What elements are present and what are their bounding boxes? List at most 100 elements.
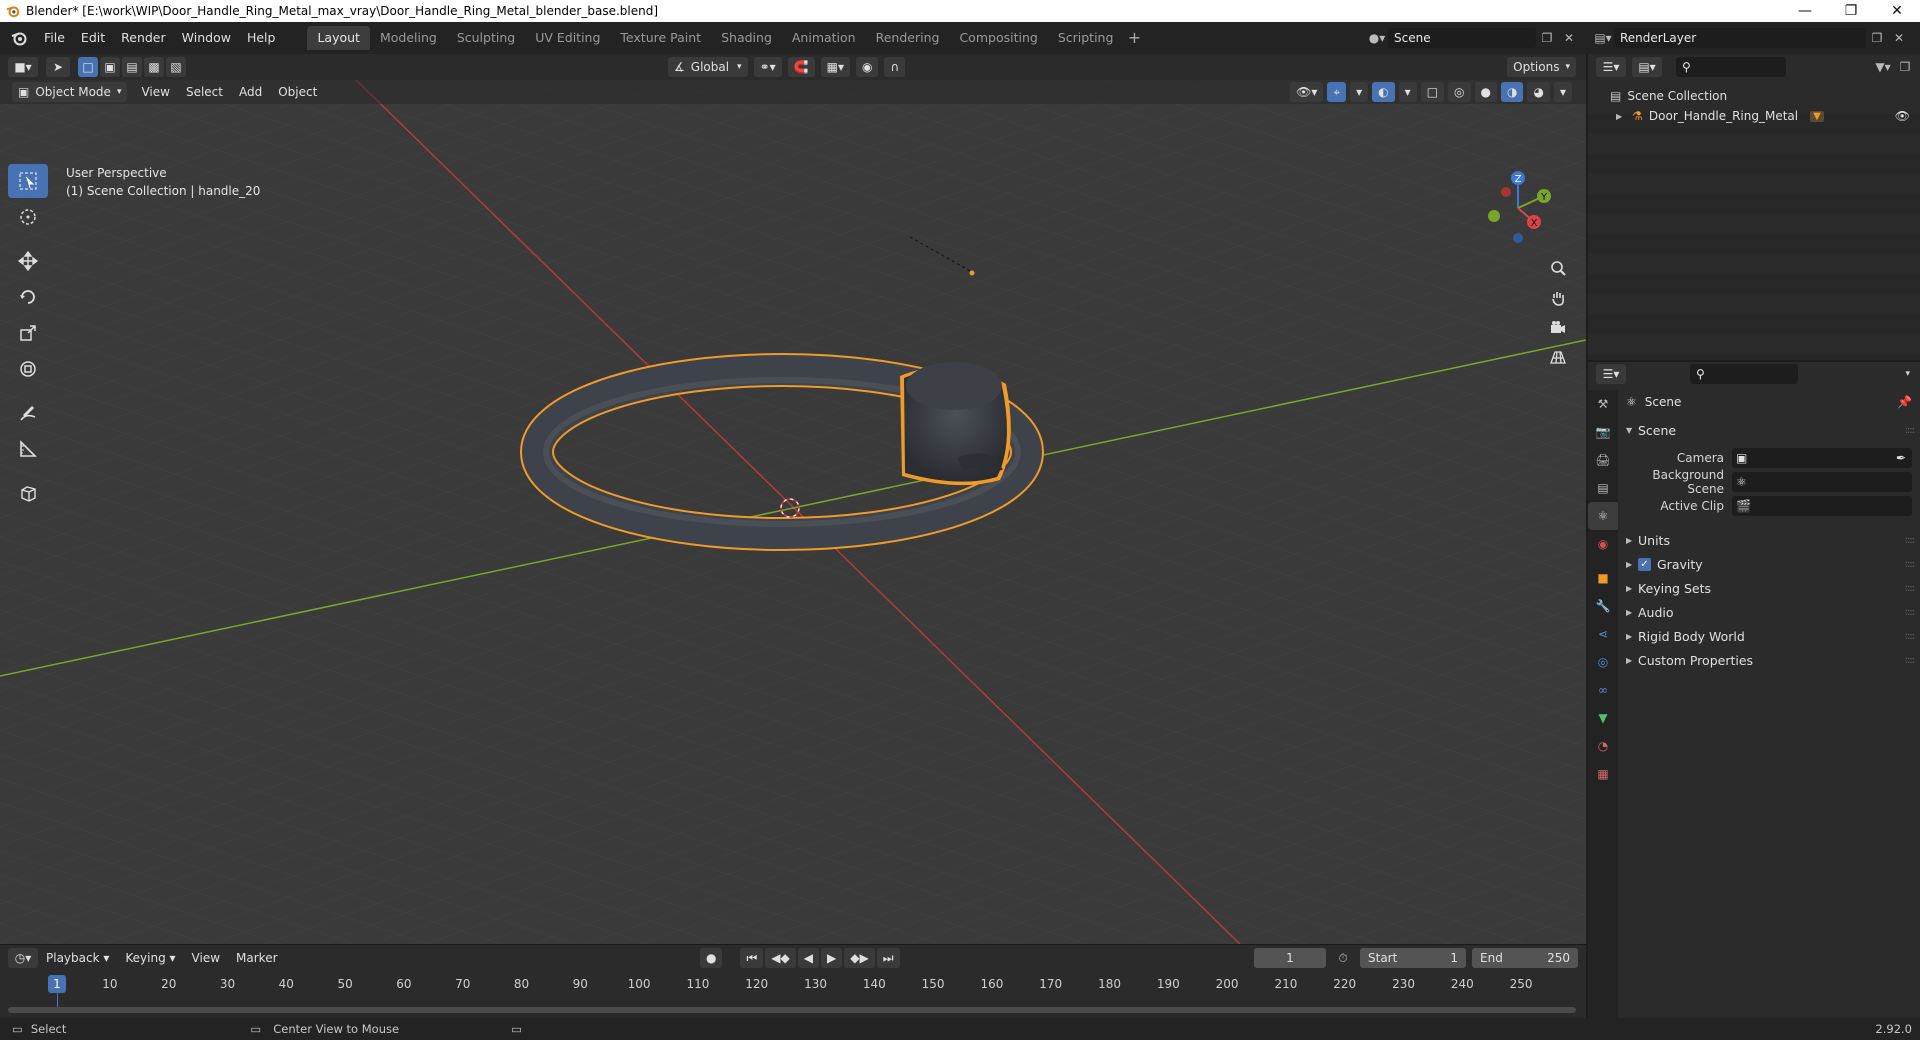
restore-icon[interactable]: ❐ xyxy=(1828,0,1874,22)
tab-animation[interactable]: Animation xyxy=(782,26,866,50)
jump-start-icon[interactable]: ⏮ xyxy=(740,948,764,968)
display-mode-icon[interactable]: ▤▾ xyxy=(1632,57,1662,77)
timeline-menu-keying[interactable]: Keying ▾ xyxy=(117,951,183,965)
select-mode-intersect-icon[interactable]: ▧ xyxy=(166,57,186,77)
proportional-falloff-icon[interactable]: ∩ xyxy=(884,57,906,77)
eyedropper-icon[interactable]: ✒ xyxy=(1896,451,1906,465)
add-workspace-icon[interactable]: + xyxy=(1123,26,1145,50)
scene-selector[interactable]: ●▾ Scene ❐ ✕ xyxy=(1366,27,1580,49)
close-icon[interactable]: ✕ xyxy=(1874,0,1920,22)
camera-view-icon[interactable] xyxy=(1544,314,1572,342)
mesh-data-icon[interactable]: ▼ xyxy=(1810,110,1824,122)
rigid-body-world-panel-header[interactable]: ▶ Rigid Body World :::: xyxy=(1620,624,1920,648)
gravity-checkbox[interactable]: ✓ xyxy=(1638,557,1651,571)
start-frame-field[interactable]: Start 1 xyxy=(1360,948,1466,968)
transform-orientation-dropdown[interactable]: ∡ Global ▾ xyxy=(668,57,748,77)
view-layer-tab-icon[interactable]: ▤ xyxy=(1588,474,1618,502)
new-scene-icon[interactable]: ❐ xyxy=(1536,28,1558,48)
mode-dropdown[interactable]: ▣ Object Mode ▾ xyxy=(12,82,128,102)
pan-hand-icon[interactable] xyxy=(1544,284,1572,312)
cursor-tool-icon[interactable] xyxy=(8,200,48,234)
drag-handle-icon[interactable]: :::: xyxy=(1905,631,1916,642)
timeline-ruler[interactable]: 1 10 20 30 40 50 60 70 80 90 100 110 120 130 140 150 160… xyxy=(0,975,1586,1007)
move-tool-icon[interactable] xyxy=(8,244,48,278)
tab-layout[interactable]: Layout xyxy=(307,26,370,50)
timeline-editor[interactable]: ◷▾ Playback ▾ Keying ▾ View Marker ● ⏮ ◀… xyxy=(0,944,1586,1018)
navigation-gizmo[interactable]: Z Y X xyxy=(1476,166,1560,250)
outliner-scene-collection[interactable]: ▤ Scene Collection xyxy=(1588,86,1920,106)
play-icon[interactable]: ▶ xyxy=(821,948,843,968)
shading-material-icon[interactable]: ◑ xyxy=(1501,82,1524,102)
expand-arrow-icon[interactable]: ▶ xyxy=(1616,112,1622,121)
measure-tool-icon[interactable] xyxy=(8,432,48,466)
drag-handle-icon[interactable]: :::: xyxy=(1905,559,1916,570)
select-mode-new-icon[interactable]: □ xyxy=(78,57,98,77)
shading-solid-icon[interactable]: ● xyxy=(1474,82,1497,102)
blender-menu-icon[interactable] xyxy=(10,29,28,47)
chevron-down-icon[interactable]: ▾ xyxy=(1905,369,1910,379)
select-mode-invert-icon[interactable]: ▩ xyxy=(144,57,164,77)
select-box-tool-icon[interactable] xyxy=(8,164,48,198)
proportional-editing-icon[interactable]: ◉ xyxy=(855,57,879,77)
view-layer-selector[interactable]: ▤▾ RenderLayer ❐ ✕ xyxy=(1592,27,1910,49)
visibility-icon[interactable]: 👁▾ xyxy=(1290,82,1324,102)
object-properties-tab-icon[interactable]: ■ xyxy=(1588,564,1618,592)
pivot-point-dropdown[interactable]: ⚭▾ xyxy=(753,57,782,77)
minimize-icon[interactable]: — xyxy=(1782,0,1828,22)
outliner-editor[interactable]: ☰▾ ▤▾ ⚲ ▼▾ ❐ ▤ Scene Collection ▶ ⚗ Door… xyxy=(1588,54,1920,360)
timeline-current-frame-marker[interactable]: 1 xyxy=(48,975,66,993)
viewport-menu-add[interactable]: Add xyxy=(231,85,270,99)
menu-file[interactable]: File xyxy=(36,27,73,49)
prev-keyframe-icon[interactable]: ◀◆ xyxy=(765,948,796,968)
tab-texture-paint[interactable]: Texture Paint xyxy=(610,26,711,50)
material-tab-icon[interactable]: ◔ xyxy=(1588,732,1618,760)
add-cube-tool-icon[interactable] xyxy=(8,476,48,510)
eye-visibility-icon[interactable]: 👁 xyxy=(1895,109,1910,123)
custom-properties-panel-header[interactable]: ▶ Custom Properties :::: xyxy=(1620,648,1920,672)
timeline-menu-playback[interactable]: Playback ▾ xyxy=(38,951,117,965)
outliner-editor-type-icon[interactable]: ☰▾ xyxy=(1596,57,1626,77)
active-clip-field[interactable]: 🎬 xyxy=(1732,496,1912,516)
outliner-object-row[interactable]: ▶ ⚗ Door_Handle_Ring_Metal ▼ 👁 xyxy=(1588,106,1920,126)
auto-keying-icon[interactable]: ● xyxy=(700,948,723,968)
select-mode-subtract-icon[interactable]: ▤ xyxy=(122,57,142,77)
properties-editor-type-icon[interactable]: ☰▾ xyxy=(1596,364,1626,384)
timeline-scrollbar[interactable] xyxy=(8,1007,1576,1013)
audio-panel-header[interactable]: ▶ Audio :::: xyxy=(1620,600,1920,624)
tab-sculpting[interactable]: Sculpting xyxy=(447,26,525,50)
jump-end-icon[interactable]: ⏭ xyxy=(876,948,900,968)
tab-shading[interactable]: Shading xyxy=(711,26,782,50)
view-layer-field[interactable]: RenderLayer xyxy=(1614,28,1866,48)
overlay-dropdown-icon[interactable]: ▾ xyxy=(1398,82,1417,102)
viewport-menu-object[interactable]: Object xyxy=(270,85,325,99)
background-scene-field[interactable]: ⚛ xyxy=(1732,472,1912,492)
modifier-properties-tab-icon[interactable]: 🔧 xyxy=(1588,592,1618,620)
transform-tool-icon[interactable] xyxy=(8,352,48,386)
drag-handle-icon[interactable]: :::: xyxy=(1905,425,1916,436)
physics-tab-icon[interactable]: ◎ xyxy=(1588,648,1618,676)
particles-tab-icon[interactable]: ⋖ xyxy=(1588,620,1618,648)
tab-scripting[interactable]: Scripting xyxy=(1048,26,1124,50)
drag-handle-icon[interactable]: :::: xyxy=(1905,535,1916,546)
constraints-tab-icon[interactable]: ∞ xyxy=(1588,676,1618,704)
3d-viewport[interactable]: ■▾ ➤ □ ▣ ▤ ▩ ▧ ∡ Global ▾ ⚭▾ 🧲 ▦▾ ◉ ∩ Opti… xyxy=(0,54,1586,944)
tab-compositing[interactable]: Compositing xyxy=(949,26,1047,50)
tab-modeling[interactable]: Modeling xyxy=(370,26,447,50)
zoom-icon[interactable] xyxy=(1544,254,1572,282)
shading-rendered-icon[interactable]: ◕ xyxy=(1527,82,1550,102)
units-panel-header[interactable]: ▶ Units :::: xyxy=(1620,528,1920,552)
gravity-panel-header[interactable]: ▶ ✓ Gravity :::: xyxy=(1620,552,1920,576)
tool-properties-tab-icon[interactable]: ⚒ xyxy=(1588,390,1618,418)
delete-scene-icon[interactable]: ✕ xyxy=(1558,28,1580,48)
scene-name-field[interactable]: Scene xyxy=(1388,28,1536,48)
viewport-menu-select[interactable]: Select xyxy=(178,85,231,99)
properties-search-input[interactable]: ⚲ xyxy=(1690,364,1798,384)
overlay-toggle-icon[interactable]: ◐ xyxy=(1372,82,1395,102)
new-view-layer-icon[interactable]: ❐ xyxy=(1866,28,1888,48)
menu-window[interactable]: Window xyxy=(174,27,239,49)
snap-toggle-icon[interactable]: 🧲 xyxy=(787,57,815,77)
tab-uv-editing[interactable]: UV Editing xyxy=(525,26,610,50)
new-collection-icon[interactable]: ❐ xyxy=(1894,57,1916,77)
current-frame-field[interactable]: 1 xyxy=(1254,948,1326,968)
render-properties-tab-icon[interactable]: 📷 xyxy=(1588,418,1618,446)
